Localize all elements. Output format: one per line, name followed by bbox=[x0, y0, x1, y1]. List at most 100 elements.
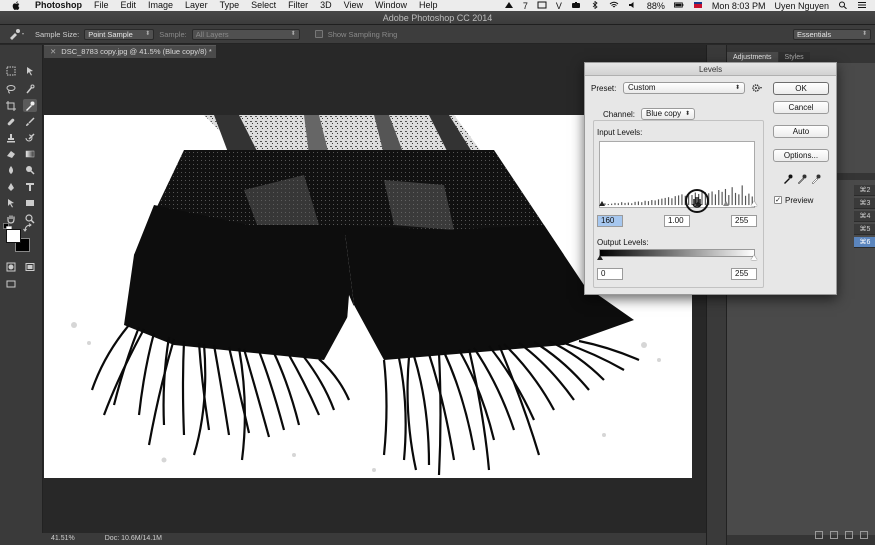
channel-row[interactable]: ⌘5 bbox=[854, 224, 875, 235]
histogram-bar bbox=[748, 193, 750, 206]
quick-selection-tool-icon[interactable] bbox=[23, 82, 37, 95]
lasso-tool-icon[interactable] bbox=[4, 82, 18, 95]
channel-row[interactable]: ⌘4 bbox=[854, 211, 875, 222]
input-white-slider[interactable] bbox=[751, 201, 757, 206]
clone-stamp-tool-icon[interactable] bbox=[4, 131, 18, 144]
output-black-slider[interactable] bbox=[597, 255, 603, 260]
zoom-level[interactable]: 41.51% bbox=[51, 533, 75, 545]
menu-file[interactable]: File bbox=[88, 0, 115, 11]
screen-mode-icon[interactable] bbox=[23, 260, 37, 273]
bluetooth-icon[interactable] bbox=[590, 0, 600, 11]
channel-row[interactable]: ⌘3 bbox=[854, 198, 875, 209]
menu-layer[interactable]: Layer bbox=[179, 0, 214, 11]
input-black-field[interactable]: 160 bbox=[597, 215, 623, 227]
path-selection-tool-icon[interactable] bbox=[4, 196, 18, 209]
histogram bbox=[599, 141, 755, 208]
marquee-tool-icon[interactable] bbox=[4, 64, 18, 77]
new-channel-icon[interactable] bbox=[845, 531, 853, 539]
screen-mode-alt-icon[interactable] bbox=[4, 277, 18, 290]
histogram-bar bbox=[671, 198, 673, 206]
levels-dialog-title[interactable]: Levels bbox=[585, 63, 836, 76]
menu-edit[interactable]: Edit bbox=[115, 0, 143, 11]
delete-channel-icon[interactable] bbox=[860, 531, 868, 539]
preset-select[interactable]: Custom ⬍ bbox=[623, 82, 745, 94]
menu-image[interactable]: Image bbox=[142, 0, 179, 11]
spot-healing-tool-icon[interactable] bbox=[4, 115, 18, 128]
output-black-field[interactable]: 0 bbox=[597, 268, 623, 280]
preset-options-gear-icon[interactable] bbox=[751, 83, 763, 93]
menu-help[interactable]: Help bbox=[413, 0, 444, 11]
eraser-tool-icon[interactable] bbox=[4, 147, 18, 160]
preview-checkbox[interactable]: ✓ bbox=[774, 196, 782, 204]
crop-status-icon[interactable] bbox=[537, 1, 547, 11]
show-sampling-ring-checkbox[interactable] bbox=[314, 30, 323, 38]
flag-icon[interactable] bbox=[693, 1, 703, 11]
pen-tool-icon[interactable] bbox=[4, 180, 18, 193]
adobe-status-icon[interactable] bbox=[504, 1, 514, 11]
channel-row-selected[interactable]: ⌘6 bbox=[854, 237, 875, 248]
eyedropper-preset-icon[interactable] bbox=[8, 27, 30, 41]
notification-center-icon[interactable] bbox=[857, 1, 867, 11]
eyedropper-tool-icon[interactable] bbox=[23, 99, 37, 112]
menu-type[interactable]: Type bbox=[214, 0, 246, 11]
menu-view[interactable]: View bbox=[338, 0, 369, 11]
white-eyedropper-icon[interactable] bbox=[811, 174, 821, 185]
output-white-slider[interactable] bbox=[751, 255, 757, 260]
save-selection-icon[interactable] bbox=[830, 531, 838, 539]
menubar-user[interactable]: Uyen Nguyen bbox=[774, 1, 829, 11]
menu-select[interactable]: Select bbox=[245, 0, 282, 11]
checkmark-icon: ✓ bbox=[775, 197, 781, 204]
input-black-slider[interactable] bbox=[599, 201, 605, 206]
channel-row[interactable]: ⌘2 bbox=[854, 185, 875, 196]
menu-3d[interactable]: 3D bbox=[314, 0, 338, 11]
close-icon[interactable]: ✕ bbox=[50, 47, 56, 56]
brush-tool-icon[interactable] bbox=[23, 115, 37, 128]
histogram-bar bbox=[711, 191, 713, 206]
cancel-button[interactable]: Cancel bbox=[773, 101, 829, 114]
spotlight-icon[interactable] bbox=[838, 1, 848, 11]
options-button[interactable]: Options... bbox=[773, 149, 829, 162]
dodge-tool-icon[interactable] bbox=[23, 163, 37, 176]
input-gamma-slider[interactable] bbox=[723, 201, 729, 206]
menu-filter[interactable]: Filter bbox=[282, 0, 314, 11]
channel-select[interactable]: Blue copy ⬍ bbox=[641, 108, 695, 120]
histogram-bar bbox=[718, 190, 720, 206]
battery-icon[interactable] bbox=[673, 1, 684, 11]
wifi-icon[interactable] bbox=[609, 1, 619, 11]
ok-button[interactable]: OK bbox=[773, 82, 829, 95]
input-gamma-field[interactable]: 1.00 bbox=[664, 215, 690, 227]
auto-button[interactable]: Auto bbox=[773, 125, 829, 138]
histogram-bar bbox=[667, 197, 670, 206]
load-selection-icon[interactable] bbox=[815, 531, 823, 539]
menu-app-photoshop[interactable]: Photoshop bbox=[29, 0, 88, 11]
histogram-bar bbox=[634, 201, 636, 206]
volume-icon[interactable] bbox=[628, 1, 638, 11]
output-gradient bbox=[599, 249, 755, 257]
black-eyedropper-icon[interactable] bbox=[783, 174, 793, 184]
swap-colors-icon[interactable] bbox=[23, 223, 33, 233]
menubar-clock[interactable]: Mon 8:03 PM bbox=[712, 1, 766, 11]
rectangle-tool-icon[interactable] bbox=[23, 196, 37, 209]
blur-tool-icon[interactable] bbox=[4, 163, 18, 176]
input-source-indicator[interactable]: V bbox=[556, 1, 562, 11]
document-size[interactable]: Doc: 10.6M/14.1M bbox=[105, 533, 162, 545]
hand-cursor-icon bbox=[692, 197, 702, 208]
menu-window[interactable]: Window bbox=[369, 0, 413, 11]
apple-icon[interactable] bbox=[10, 0, 21, 11]
quick-mask-icon[interactable] bbox=[4, 260, 18, 273]
foreground-color-swatch[interactable] bbox=[6, 229, 21, 243]
output-white-field[interactable]: 255 bbox=[731, 268, 757, 280]
move-tool-icon[interactable] bbox=[23, 64, 37, 77]
sample-select[interactable]: All Layers ⬍ bbox=[191, 28, 300, 40]
history-brush-tool-icon[interactable] bbox=[23, 131, 37, 144]
gray-eyedropper-icon[interactable] bbox=[797, 174, 807, 185]
histogram-bar bbox=[614, 202, 616, 206]
camera-icon[interactable] bbox=[571, 1, 581, 11]
type-tool-icon[interactable] bbox=[23, 180, 37, 193]
sample-size-select[interactable]: Point Sample ⬍ bbox=[84, 28, 155, 40]
document-tab[interactable]: ✕ DSC_8783 copy.jpg @ 41.5% (Blue copy/8)… bbox=[44, 45, 216, 58]
workspace-select[interactable]: Essentials ⬍ bbox=[793, 28, 871, 40]
gradient-tool-icon[interactable] bbox=[23, 147, 37, 160]
crop-tool-icon[interactable] bbox=[4, 99, 18, 112]
input-white-field[interactable]: 255 bbox=[731, 215, 757, 227]
